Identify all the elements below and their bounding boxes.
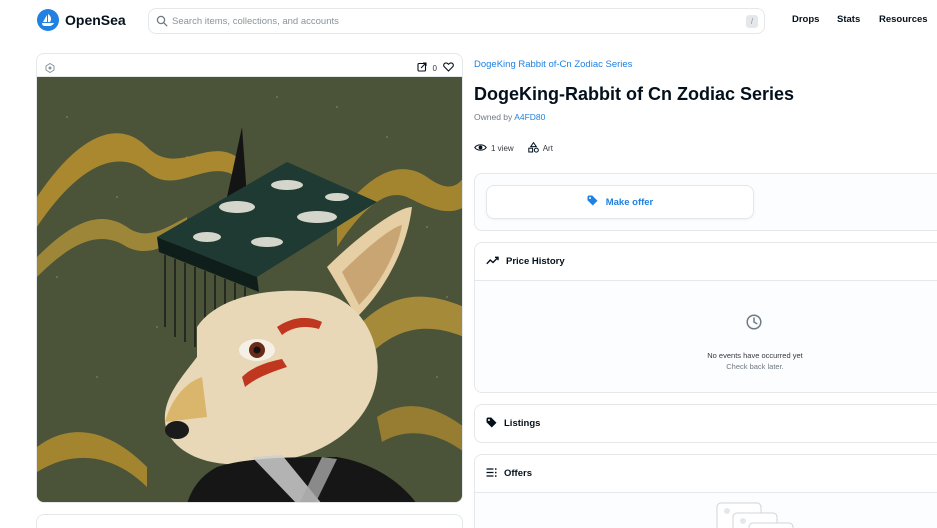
search-input[interactable] — [172, 15, 732, 27]
nav-item-resources[interactable]: Resources — [879, 14, 928, 25]
empty-state-title: No events have occurred yet — [707, 351, 803, 360]
empty-state-subtitle: Check back later. — [726, 362, 784, 371]
eye-icon — [474, 143, 491, 154]
search-shortcut-key: / — [746, 15, 758, 28]
asset-meta: 1 view Art — [474, 141, 567, 155]
make-offer-label: Make offer — [605, 196, 654, 208]
search-icon — [156, 15, 168, 27]
shapes-icon — [527, 141, 543, 155]
opensea-logo[interactable]: OpenSea — [37, 9, 126, 31]
price-history-body: No events have occurred yet Check back l… — [475, 280, 937, 392]
views-stat: 1 view — [474, 143, 514, 154]
category-label: Art — [542, 144, 553, 153]
nav-item-drops[interactable]: Drops — [792, 14, 819, 25]
price-history-panel: Price History No events have occurred ye… — [474, 242, 937, 393]
empty-offers-icon — [715, 501, 795, 528]
asset-media-card: 0 — [36, 53, 463, 503]
brand-name: OpenSea — [65, 12, 126, 28]
clock-icon — [746, 314, 762, 335]
owned-by-label: Owned by — [474, 112, 513, 122]
make-offer-button[interactable]: Make offer — [486, 185, 754, 219]
offers-body — [475, 492, 937, 528]
search-bar[interactable]: / — [148, 8, 765, 34]
owner-link[interactable]: A4FD80 — [514, 112, 545, 122]
listings-panel: Listings — [474, 404, 937, 443]
listings-header[interactable]: Listings — [475, 405, 937, 442]
price-history-title: Price History — [506, 256, 565, 267]
favorites-count: 0 — [432, 63, 437, 73]
nav-item-stats[interactable]: Stats — [837, 14, 860, 25]
external-link-icon[interactable] — [416, 59, 427, 77]
asset-details-card — [36, 514, 463, 528]
collection-link[interactable]: DogeKing Rabbit of-Cn Zodiac Series — [474, 59, 632, 70]
asset-title: DogeKing-Rabbit of Cn Zodiac Series — [474, 84, 795, 104]
opensea-logo-icon — [37, 9, 59, 31]
tag-icon — [486, 417, 504, 431]
tag-icon — [587, 195, 606, 209]
list-icon — [486, 467, 504, 480]
offer-panel: Make offer — [474, 173, 937, 231]
price-history-header[interactable]: Price History — [475, 243, 937, 280]
offers-title: Offers — [504, 468, 532, 479]
top-navigation-bar: OpenSea / Drops Stats Resources — [0, 0, 937, 40]
media-actions: 0 — [411, 59, 454, 77]
offers-panel: Offers — [474, 454, 937, 528]
listings-title: Listings — [504, 418, 541, 429]
category-stat[interactable]: Art — [527, 141, 553, 155]
asset-media-toolbar: 0 — [37, 54, 462, 77]
owner-line: Owned by A4FD80 — [474, 112, 545, 122]
chain-icon — [45, 60, 55, 74]
asset-artwork-image[interactable] — [37, 77, 462, 502]
offers-header[interactable]: Offers — [475, 455, 937, 492]
trending-icon — [486, 256, 506, 268]
heart-icon[interactable] — [443, 59, 454, 77]
views-count: 1 view — [491, 144, 514, 153]
